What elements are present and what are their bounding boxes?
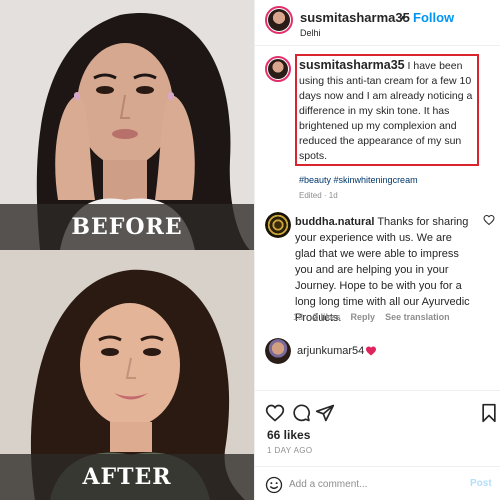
- follow-button[interactable]: Follow: [413, 10, 454, 25]
- post-caption: susmitasharma35 I have been using this a…: [299, 58, 477, 164]
- after-photo: AFTER: [0, 250, 254, 500]
- before-photo: BEFORE: [0, 0, 254, 250]
- comment-like-heart-icon[interactable]: [483, 214, 495, 226]
- bookmark-icon[interactable]: [479, 403, 499, 423]
- post-location[interactable]: Delhi: [300, 28, 321, 38]
- post-header: susmitasharma35 • Follow Delhi: [255, 0, 500, 46]
- post-image[interactable]: BEFORE AFTER: [0, 0, 254, 500]
- caption-author-avatar[interactable]: [265, 56, 291, 82]
- caption-username[interactable]: susmitasharma35: [299, 58, 405, 72]
- commenter-avatar[interactable]: [265, 212, 291, 238]
- author-avatar[interactable]: [265, 6, 293, 34]
- post-comment-button[interactable]: Post: [470, 478, 492, 489]
- add-comment-bar: Post: [255, 466, 500, 500]
- comment-meta: 1d 2 likes Reply See translation: [293, 312, 450, 322]
- comment-body: buddha.natural Thanks for sharing your e…: [295, 214, 475, 326]
- reply-button[interactable]: Reply: [351, 312, 376, 322]
- caption-edited-time: Edited · 1d: [299, 191, 338, 200]
- post-date: 1 DAY AGO: [267, 446, 313, 455]
- see-translation-button[interactable]: See translation: [385, 312, 450, 322]
- comment-text: Thanks for sharing your experience with …: [295, 216, 470, 324]
- caption-body: I have been using this anti-tan cream fo…: [299, 60, 473, 162]
- post-likes-count[interactable]: 66 likes: [267, 428, 310, 442]
- smile-icon[interactable]: [265, 476, 283, 494]
- header-separator: •: [401, 10, 406, 25]
- before-caption-bar: BEFORE: [0, 204, 254, 250]
- paper-plane-icon[interactable]: [315, 403, 335, 423]
- comment-time: 1d: [293, 312, 304, 322]
- add-comment-input[interactable]: [289, 475, 449, 493]
- heart-icon[interactable]: [265, 403, 285, 423]
- reply-author-avatar[interactable]: [265, 338, 291, 364]
- before-label: BEFORE: [71, 214, 183, 240]
- author-username[interactable]: susmitasharma35: [300, 10, 410, 25]
- reply-username[interactable]: arjunkumar54: [297, 345, 364, 357]
- post-details-panel: susmitasharma35 • Follow Delhi susmitash…: [254, 0, 500, 500]
- caption-hashtags[interactable]: #beauty #skinwhiteningcream: [299, 175, 418, 185]
- commenter-username[interactable]: buddha.natural: [295, 216, 374, 228]
- comment-icon[interactable]: [291, 403, 311, 423]
- heart-emoji-icon: [366, 346, 376, 356]
- after-caption-bar: AFTER: [0, 454, 254, 500]
- comment-likes[interactable]: 2 likes: [313, 312, 341, 322]
- after-label: AFTER: [82, 464, 172, 490]
